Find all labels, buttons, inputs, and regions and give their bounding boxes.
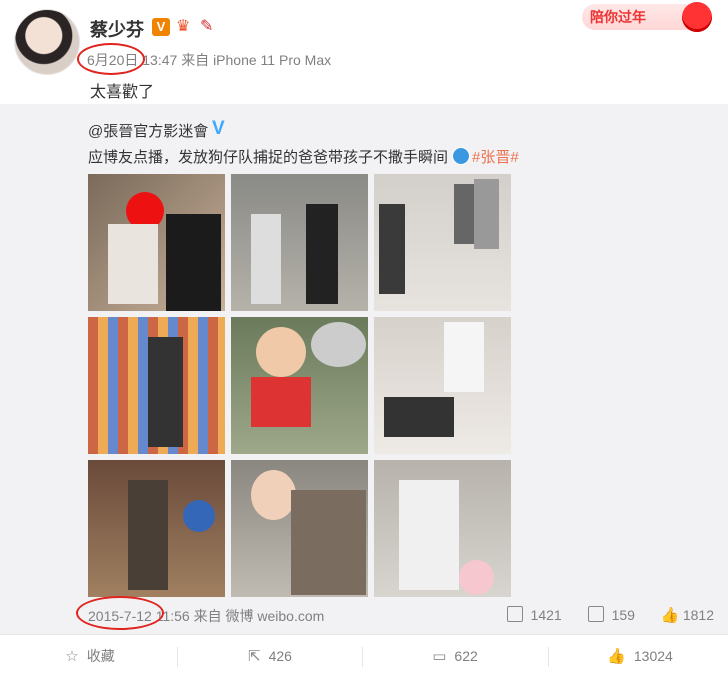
repost-source: 来自 微博 weibo.com [193, 608, 325, 624]
fan-badge-icon: ♛ [176, 18, 191, 35]
post-text: 太喜歡了 [90, 84, 155, 101]
repost-button[interactable]: ⇱ 426 [180, 635, 360, 678]
repost-body: 应博友点播，发放狗仔队捕捉的爸爸带孩子不撒手瞬间 [88, 149, 449, 166]
doraemon-emoji-icon [452, 147, 471, 165]
repost-meta: 2015-7-12 11:56 来自 微博 weibo.com [76, 596, 325, 630]
photo-4[interactable] [88, 317, 225, 454]
divider [548, 647, 549, 667]
like-count: 1812 [682, 607, 714, 623]
like-icon[interactable]: 👍 [661, 606, 680, 624]
photo-1[interactable] [88, 174, 225, 311]
post-meta: 6月20日 13:47 来自 iPhone 11 Pro Max [77, 43, 332, 75]
repost-card: @張晉官方影迷會 V 应博友点播，发放狗仔队捕捉的爸爸带孩子不撒手瞬间 #张晋# [0, 104, 728, 634]
repost-text: 应博友点播，发放狗仔队捕捉的爸爸带孩子不撒手瞬间 #张晋# [88, 146, 519, 167]
repost-author[interactable]: @張晉官方影迷會 [88, 120, 208, 141]
like-icon: 👍 [607, 648, 626, 665]
comment-icon[interactable] [587, 606, 604, 622]
date-annotation-circle [77, 43, 145, 75]
repost-icon[interactable] [506, 606, 523, 622]
comment-icon: ▭ [432, 648, 447, 665]
action-bar: ☆ 收藏 ⇱ 426 ▭ 622 👍 13024 [0, 634, 728, 678]
photo-8[interactable] [231, 460, 368, 597]
divider [362, 647, 363, 667]
photo-3[interactable] [374, 174, 511, 311]
verified-blue-icon: V [212, 118, 225, 139]
comment-action-count: 622 [454, 648, 478, 664]
repost-action-count: 426 [268, 648, 292, 664]
repost-stats: 1421 159 👍 1812 [485, 606, 714, 624]
hashtag-link[interactable]: #张晋# [472, 149, 519, 166]
photo-grid [88, 174, 512, 597]
comment-count: 159 [611, 607, 635, 623]
photo-2[interactable] [231, 174, 368, 311]
favorite-button[interactable]: ☆ 收藏 [0, 635, 180, 678]
favorite-label: 收藏 [86, 648, 115, 664]
lantern-icon [682, 2, 712, 32]
comment-button[interactable]: ▭ 622 [365, 635, 545, 678]
photo-7[interactable] [88, 460, 225, 597]
author-name[interactable]: 蔡少芬 [90, 16, 144, 42]
date-annotation-circle [76, 596, 164, 630]
verified-badge-icon: V [152, 18, 170, 36]
photo-5[interactable] [231, 317, 368, 454]
new-year-label: 陪你过年 [590, 9, 646, 25]
post-header: 蔡少芬 V ♛ ✎ 陪你过年 6月20日 13:47 来自 iPhone 11 … [0, 0, 728, 104]
photo-9[interactable] [374, 460, 511, 597]
repost-icon: ⇱ [248, 648, 261, 665]
repost-count: 1421 [530, 607, 562, 623]
gift-badge-icon: ✎ [200, 18, 214, 35]
star-icon: ☆ [65, 648, 79, 665]
like-button[interactable]: 👍 13024 [550, 635, 728, 678]
post-source: 来自 iPhone 11 Pro Max [181, 52, 332, 68]
photo-6[interactable] [374, 317, 511, 454]
avatar[interactable] [14, 9, 80, 75]
divider [177, 647, 178, 667]
like-action-count: 13024 [633, 648, 673, 664]
new-year-badge[interactable]: 陪你过年 [582, 2, 712, 32]
post-time: 13:47 [142, 52, 178, 68]
